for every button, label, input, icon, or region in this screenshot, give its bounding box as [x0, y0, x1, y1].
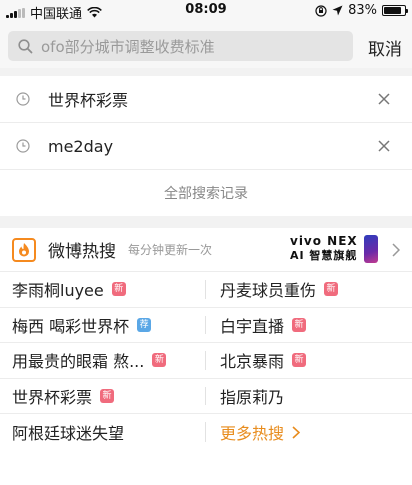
hot-item[interactable]: 丹麦球员重伤 新 [206, 272, 412, 308]
hot-item-text: 丹麦球员重伤 [220, 281, 317, 301]
location-icon [332, 5, 343, 16]
close-icon[interactable] [378, 140, 390, 152]
new-badge: 新 [111, 282, 126, 297]
rotation-lock-icon [315, 4, 327, 17]
hot-item-text: 白宇直播 [220, 316, 285, 336]
clock-icon [16, 92, 30, 106]
ad-banner[interactable]: vivo NEX AI 智慧旗舰 [290, 234, 358, 263]
more-hot-label: 更多热搜 [220, 424, 285, 444]
hot-item-text: 用最贵的眼霜 熬... [12, 352, 145, 372]
hot-search-list: 李雨桐luyee 新 丹麦球员重伤 新 梅西 喝彩世界杯 荐 白宇直播 新 用最… [0, 272, 412, 450]
battery-fill [384, 7, 401, 14]
new-badge: 新 [324, 282, 339, 297]
battery-icon [382, 5, 408, 16]
search-placeholder: ofo部分城市调整收费标准 [41, 37, 215, 56]
hot-item-text: 北京暴雨 [220, 352, 285, 372]
ad-tagline: AI 智慧旗舰 [290, 249, 358, 262]
hot-item[interactable]: 阿根廷球迷失望 [0, 414, 206, 450]
hot-item[interactable]: 梅西 喝彩世界杯 荐 [0, 308, 206, 344]
battery-percent: 83% [348, 3, 377, 18]
chevron-right-icon [292, 426, 301, 439]
hot-item-text: 梅西 喝彩世界杯 [12, 316, 130, 336]
hot-search-panel: 微博热搜 每分钟更新一次 vivo NEX AI 智慧旗舰 李雨桐luyee 新… [0, 228, 412, 485]
new-badge: 新 [292, 353, 307, 368]
hot-item[interactable]: 用最贵的眼霜 熬... 新 [0, 343, 206, 379]
hot-item[interactable]: 李雨桐luyee 新 [0, 272, 206, 308]
history-item[interactable]: me2day [0, 123, 412, 170]
hot-item-text: 阿根廷球迷失望 [12, 424, 125, 444]
chevron-right-icon[interactable] [392, 243, 400, 257]
new-badge: 新 [152, 353, 167, 368]
history-item[interactable]: 世界杯彩票 [0, 76, 412, 123]
search-history: 世界杯彩票 me2day 全部搜索记录 [0, 76, 412, 216]
hot-item[interactable]: 世界杯彩票 新 [0, 379, 206, 415]
hot-item-text: 世界杯彩票 [12, 388, 93, 408]
recommend-badge: 荐 [137, 317, 152, 332]
search-bar: ofo部分城市调整收费标准 取消 [0, 22, 412, 68]
history-item-text: 世界杯彩票 [48, 91, 129, 110]
search-input[interactable]: ofo部分城市调整收费标准 [8, 31, 353, 61]
ad-phone-image [364, 235, 378, 263]
hot-item[interactable]: 白宇直播 新 [206, 308, 412, 344]
hot-item-text: 李雨桐luyee [12, 281, 104, 301]
more-hot-button[interactable]: 更多热搜 [206, 414, 412, 450]
close-icon[interactable] [378, 93, 390, 105]
clock-icon [16, 139, 30, 153]
hot-item[interactable]: 北京暴雨 新 [206, 343, 412, 379]
new-badge: 新 [292, 317, 307, 332]
hot-search-title: 微博热搜 [48, 242, 116, 262]
history-item-text: me2day [48, 136, 114, 156]
status-right: 83% [315, 3, 408, 18]
ad-brand: vivo NEX [290, 234, 358, 248]
hot-item-text: 指原莉乃 [220, 388, 285, 408]
cancel-button[interactable]: 取消 [368, 35, 402, 60]
search-icon [18, 38, 33, 53]
all-history-button[interactable]: 全部搜索记录 [0, 170, 412, 216]
hot-item[interactable]: 指原莉乃 [206, 379, 412, 415]
status-bar: 中国联通 08:09 83% [0, 0, 412, 22]
new-badge: 新 [100, 389, 115, 404]
hot-search-logo-icon [12, 237, 36, 262]
hot-search-header[interactable]: 微博热搜 每分钟更新一次 vivo NEX AI 智慧旗舰 [0, 228, 412, 272]
hot-search-subtitle: 每分钟更新一次 [128, 243, 213, 257]
